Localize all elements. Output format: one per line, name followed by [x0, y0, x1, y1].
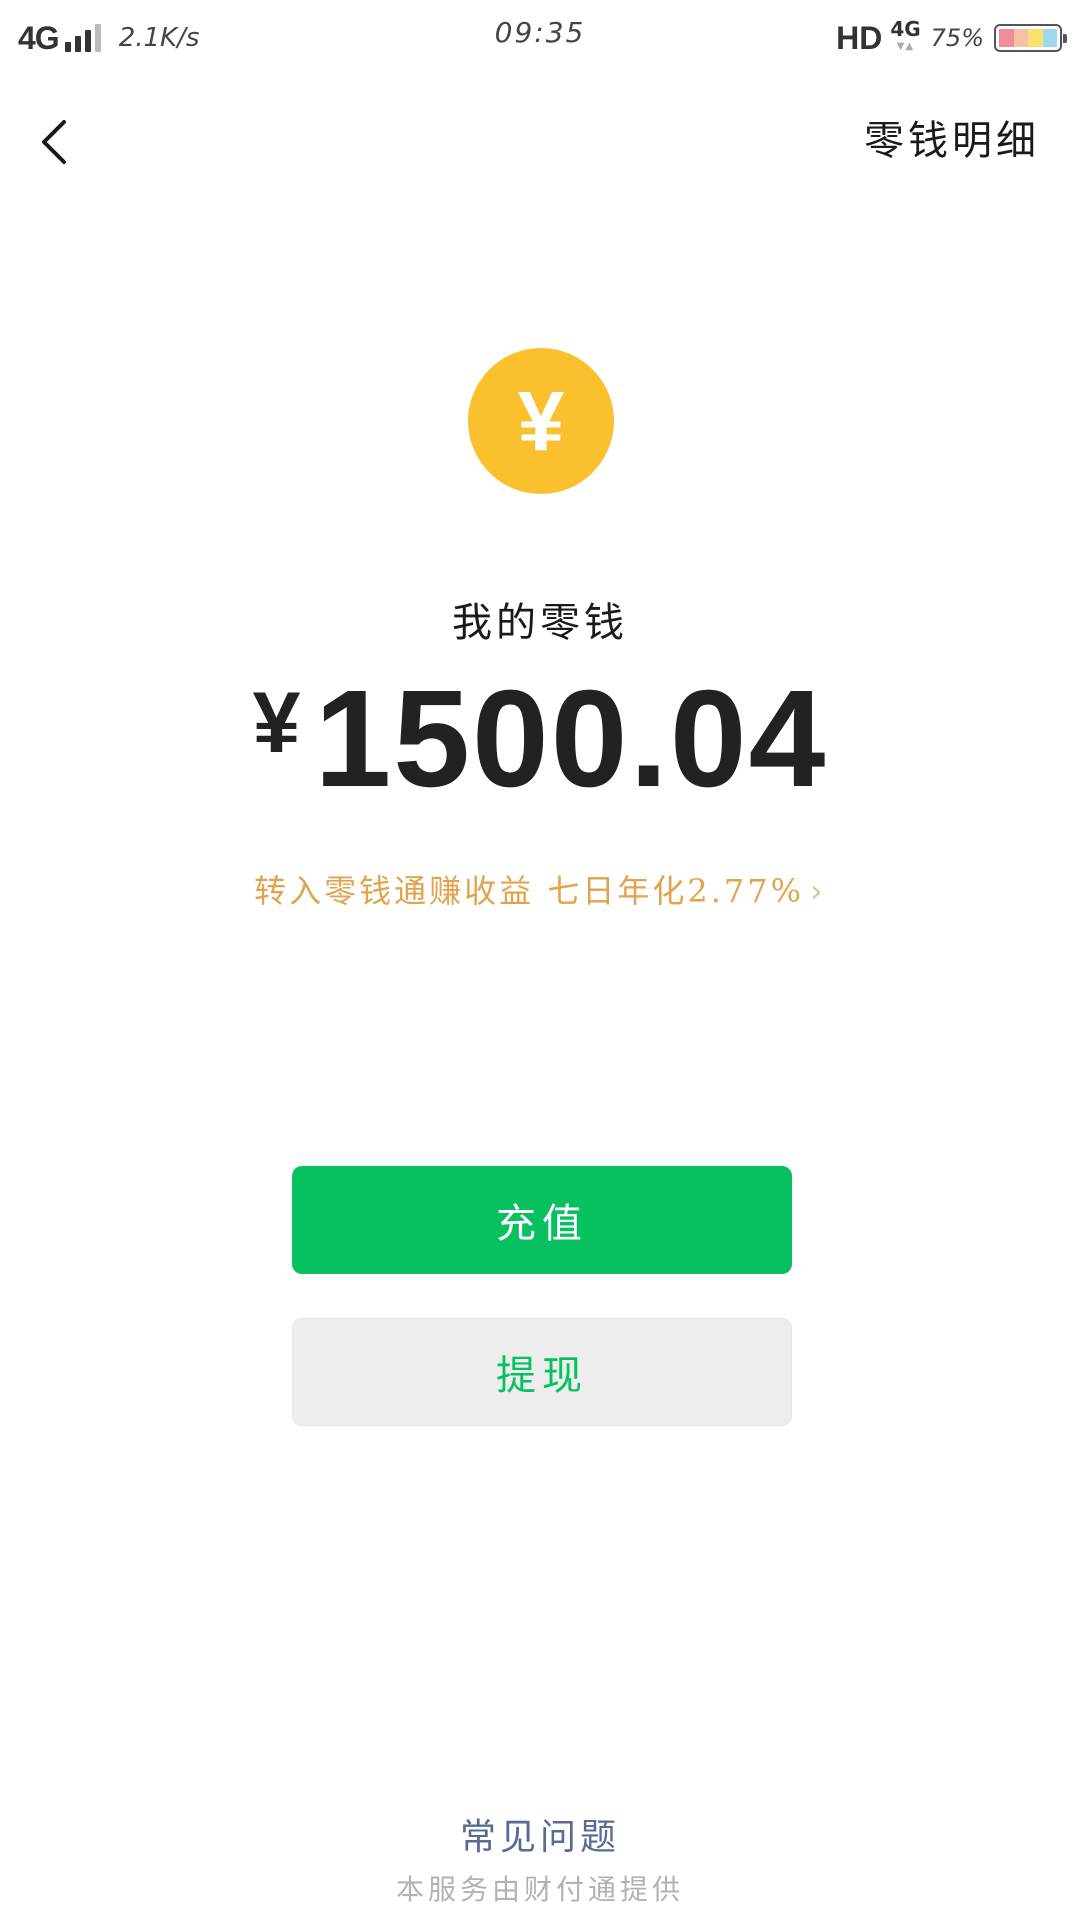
currency-symbol: ¥ — [252, 675, 301, 771]
lingqiantong-promo-link[interactable]: 转入零钱通赚收益 七日年化2.77% › — [0, 866, 1080, 912]
yen-coin-icon: ¥ — [468, 348, 614, 494]
battery-icon — [994, 24, 1067, 52]
balance-amount: ¥1500.04 — [0, 670, 1080, 808]
faq-link[interactable]: 常见问题 — [0, 1808, 1080, 1860]
amount-value: 1500.04 — [314, 662, 828, 816]
chevron-right-icon: › — [810, 872, 826, 910]
withdraw-button[interactable]: 提现 — [292, 1318, 792, 1426]
data-indicator: 4G ▼▲ — [890, 19, 920, 56]
provider-note: 本服务由财付通提供 — [395, 1873, 684, 1906]
hd-indicator: HD — [836, 19, 883, 56]
top-up-button[interactable]: 充值 — [292, 1166, 792, 1274]
status-bar-right: HD 4G ▼▲ 75% — [836, 18, 1067, 58]
promo-text: 转入零钱通赚收益 七日年化2.77% — [254, 872, 805, 910]
status-bar: 4G 2.1K/s 09:35 HD 4G ▼▲ 75% — [0, 0, 1080, 72]
balance-label: 我的零钱 — [452, 600, 628, 646]
battery-percent: 75% — [930, 24, 984, 52]
back-button[interactable] — [30, 108, 86, 172]
change-details-link[interactable]: 零钱明细 — [864, 108, 1040, 166]
chevron-left-icon — [42, 120, 66, 164]
coin-glyph: ¥ — [517, 374, 565, 468]
